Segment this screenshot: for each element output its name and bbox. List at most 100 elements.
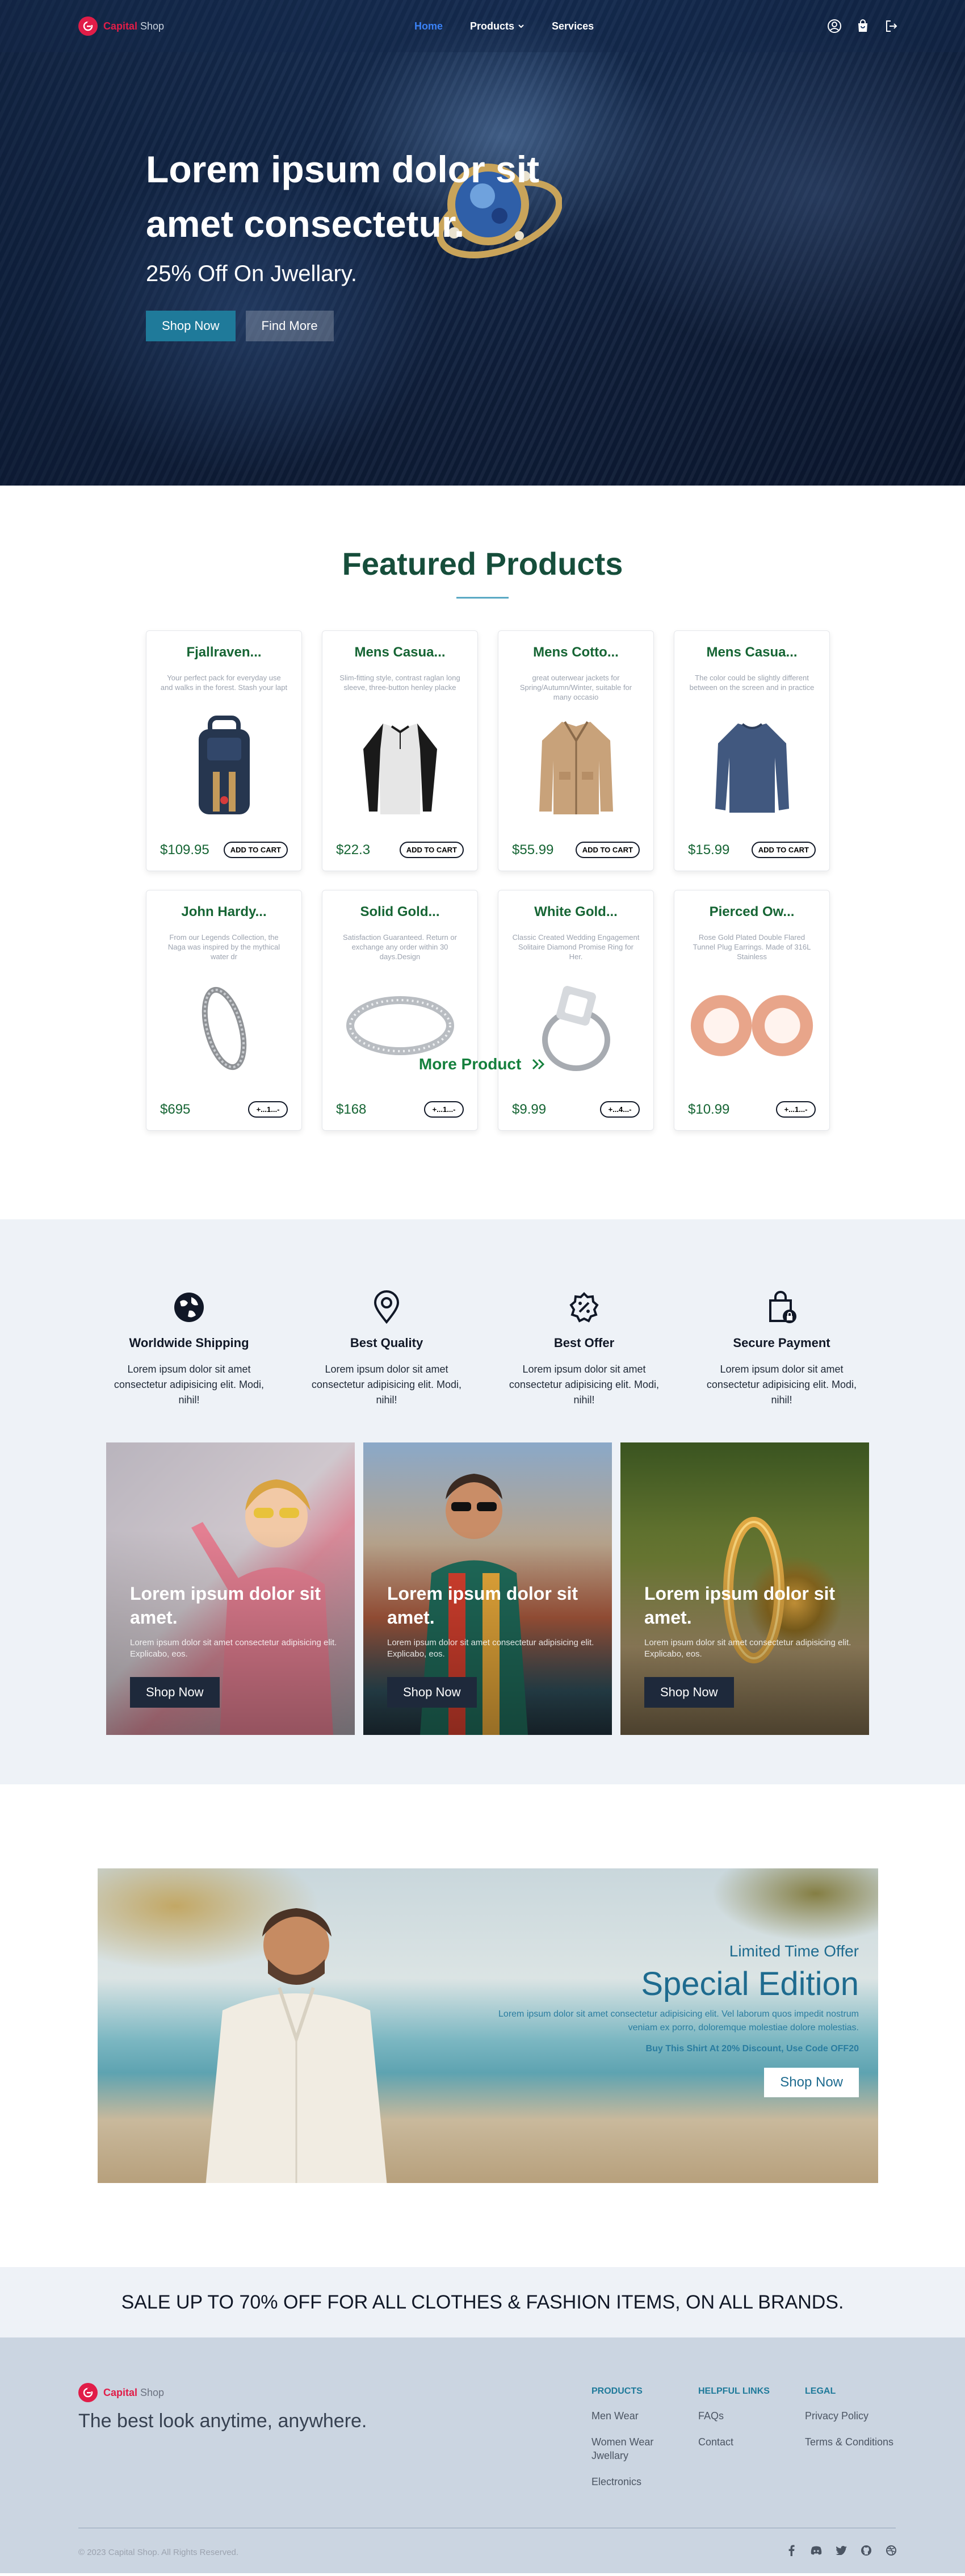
nav-link-products[interactable]: Products bbox=[470, 20, 525, 32]
add-to-cart-button[interactable]: ADD TO CART bbox=[223, 842, 288, 858]
add-to-cart-button[interactable]: ADD TO CART bbox=[575, 842, 640, 858]
product-name[interactable]: Mens Casua... bbox=[688, 645, 816, 660]
product-footer: $9.99 +...4...- bbox=[512, 1101, 640, 1118]
product-name[interactable]: Mens Cotto... bbox=[512, 645, 640, 660]
brand-logo-icon bbox=[78, 16, 98, 36]
special-edition-banner: Limited Time Offer Special Edition Lorem… bbox=[98, 1868, 878, 2183]
featured-title: Featured Products bbox=[342, 546, 623, 582]
feature-title: Worldwide Shipping bbox=[129, 1336, 249, 1350]
product-card[interactable]: Fjallraven... Your perfect pack for ever… bbox=[146, 630, 302, 871]
footer-link-women-wear[interactable]: Women Wear Jwellary bbox=[591, 2435, 671, 2462]
quantity-stepper[interactable]: +...1...- bbox=[776, 1101, 816, 1118]
nav-link-home[interactable]: Home bbox=[414, 20, 443, 32]
product-name[interactable]: White Gold... bbox=[512, 904, 640, 920]
title-underline bbox=[456, 597, 509, 599]
more-product-label: More Product bbox=[418, 1055, 522, 1073]
nav-link-services[interactable]: Services bbox=[552, 20, 594, 32]
longsleeve-icon[interactable] bbox=[688, 709, 816, 823]
shopping-bag-icon[interactable] bbox=[855, 18, 871, 34]
footer-link-privacy-policy[interactable]: Privacy Policy bbox=[805, 2409, 893, 2423]
social-links bbox=[786, 2545, 897, 2556]
footer-link-faqs[interactable]: FAQs bbox=[698, 2409, 770, 2423]
product-card[interactable]: Mens Cotto... great outerwear jackets fo… bbox=[498, 630, 654, 871]
copyright-text: © 2023 Capital Shop. All Rights Reserved… bbox=[78, 2548, 239, 2557]
product-price: $168 bbox=[336, 1101, 367, 1117]
jacket-icon[interactable] bbox=[512, 709, 640, 823]
promo-card-women[interactable]: Lorem ipsum dolor sit amet. Lorem ipsum … bbox=[106, 1442, 355, 1735]
product-price: $9.99 bbox=[512, 1101, 547, 1117]
feature-title: Best Offer bbox=[553, 1336, 615, 1350]
hero-buttons: Shop Now Find More bbox=[146, 311, 577, 341]
product-description: Slim-fitting style, contrast raglan long… bbox=[339, 674, 460, 692]
product-name[interactable]: Mens Casua... bbox=[336, 645, 464, 660]
footer-column-title: PRODUCTS bbox=[591, 2386, 643, 2396]
nav-links: Home Products Services bbox=[414, 20, 594, 32]
product-name[interactable]: Pierced Ow... bbox=[688, 904, 816, 920]
product-card[interactable]: White Gold... Classic Created Wedding En… bbox=[498, 890, 654, 1131]
product-description: great outerwear jackets for Spring/Autum… bbox=[519, 674, 632, 701]
shop-now-button[interactable]: Shop Now bbox=[644, 1677, 734, 1708]
special-content: Limited Time Offer Special Edition Lorem… bbox=[496, 1942, 859, 2097]
footer-link-men-wear[interactable]: Men Wear bbox=[591, 2409, 671, 2423]
product-card[interactable]: Mens Casua... The color could be slightl… bbox=[674, 630, 830, 871]
nav-link-products-label: Products bbox=[470, 20, 515, 32]
add-to-cart-button[interactable]: ADD TO CART bbox=[399, 842, 464, 858]
features-row: Worldwide Shipping Lorem ipsum dolor sit… bbox=[107, 1290, 864, 1408]
product-footer: $22.3 ADD TO CART bbox=[336, 842, 464, 858]
promo-card-men[interactable]: Lorem ipsum dolor sit amet. Lorem ipsum … bbox=[363, 1442, 612, 1735]
product-description: Classic Created Wedding Engagement Solit… bbox=[512, 933, 640, 961]
dribbble-icon[interactable] bbox=[886, 2545, 897, 2556]
github-icon[interactable] bbox=[861, 2545, 872, 2556]
product-name[interactable]: Solid Gold... bbox=[336, 904, 464, 920]
sale-strip: SALE UP TO 70% OFF FOR ALL CLOTHES & FAS… bbox=[0, 2267, 965, 2337]
raglan-shirt-icon[interactable] bbox=[336, 709, 464, 823]
footer-link-terms[interactable]: Terms & Conditions bbox=[805, 2435, 893, 2449]
feature-title: Secure Payment bbox=[733, 1336, 830, 1350]
backpack-icon[interactable] bbox=[160, 709, 288, 823]
shop-now-button[interactable]: Shop Now bbox=[130, 1677, 220, 1708]
promo-title: Lorem ipsum dolor sit amet. bbox=[644, 1583, 836, 1628]
discord-icon[interactable] bbox=[811, 2545, 822, 2556]
quantity-stepper[interactable]: +...1...- bbox=[424, 1101, 464, 1118]
quantity-stepper[interactable]: +...4...- bbox=[600, 1101, 640, 1118]
product-card[interactable]: Solid Gold... Satisfaction Guaranteed. R… bbox=[322, 890, 478, 1131]
brand[interactable]: Capital Shop bbox=[78, 16, 164, 36]
footer-column-legal: LEGAL Privacy Policy Terms & Conditions bbox=[805, 2386, 893, 2449]
footer-link-contact[interactable]: Contact bbox=[698, 2435, 770, 2449]
product-description: Rose Gold Plated Double Flared Tunnel Pl… bbox=[693, 933, 811, 961]
footer-column-helpful-links: HELPFUL LINKS FAQs Contact bbox=[698, 2386, 770, 2449]
product-card[interactable]: Mens Casua... Slim-fitting style, contra… bbox=[322, 630, 478, 871]
find-more-button[interactable]: Find More bbox=[245, 311, 334, 341]
facebook-icon[interactable] bbox=[786, 2545, 797, 2556]
shop-now-button[interactable]: Shop Now bbox=[387, 1677, 477, 1708]
quantity-stepper[interactable]: +...1...- bbox=[248, 1101, 288, 1118]
footer-column-title: LEGAL bbox=[805, 2386, 836, 2396]
product-name[interactable]: John Hardy... bbox=[160, 904, 288, 920]
hero-section: Capital Shop Home Products Services Lore… bbox=[0, 0, 965, 486]
footer-link-electronics[interactable]: Electronics bbox=[591, 2475, 671, 2489]
special-text: Lorem ipsum dolor sit amet consectetur a… bbox=[498, 2009, 859, 2033]
feature-item: Best Quality Lorem ipsum dolor sit amet … bbox=[304, 1290, 469, 1408]
special-discount-code: Buy This Shirt At 20% Discount, Use Code… bbox=[645, 2044, 859, 2054]
footer-column-title: HELPFUL LINKS bbox=[698, 2386, 770, 2396]
product-price: $10.99 bbox=[688, 1101, 730, 1117]
feature-text: Lorem ipsum dolor sit amet consectetur a… bbox=[706, 1364, 857, 1406]
more-product-link[interactable]: More Product bbox=[0, 1055, 965, 1073]
product-card[interactable]: John Hardy... From our Legends Collectio… bbox=[146, 890, 302, 1131]
promo-card-jewelry[interactable]: Lorem ipsum dolor sit amet. Lorem ipsum … bbox=[620, 1442, 869, 1735]
shop-now-button[interactable]: Shop Now bbox=[146, 311, 236, 341]
shop-now-button[interactable]: Shop Now bbox=[764, 2068, 859, 2097]
footer-brand-name: Capital Shop bbox=[103, 2386, 165, 2398]
logout-icon[interactable] bbox=[883, 18, 899, 34]
promo-cards: Lorem ipsum dolor sit amet. Lorem ipsum … bbox=[106, 1442, 869, 1735]
product-footer: $55.99 ADD TO CART bbox=[512, 842, 640, 858]
footer-brand[interactable]: Capital Shop bbox=[78, 2383, 164, 2402]
promo-content: Lorem ipsum dolor sit amet. Lorem ipsum … bbox=[130, 1582, 338, 1708]
user-icon[interactable] bbox=[826, 18, 842, 34]
footer-column-products: PRODUCTS Men Wear Women Wear Jwellary El… bbox=[591, 2386, 671, 2489]
twitter-icon[interactable] bbox=[836, 2545, 847, 2556]
product-name[interactable]: Fjallraven... bbox=[160, 645, 288, 660]
product-price: $15.99 bbox=[688, 842, 730, 858]
product-card[interactable]: Pierced Ow... Rose Gold Plated Double Fl… bbox=[674, 890, 830, 1131]
add-to-cart-button[interactable]: ADD TO CART bbox=[751, 842, 816, 858]
